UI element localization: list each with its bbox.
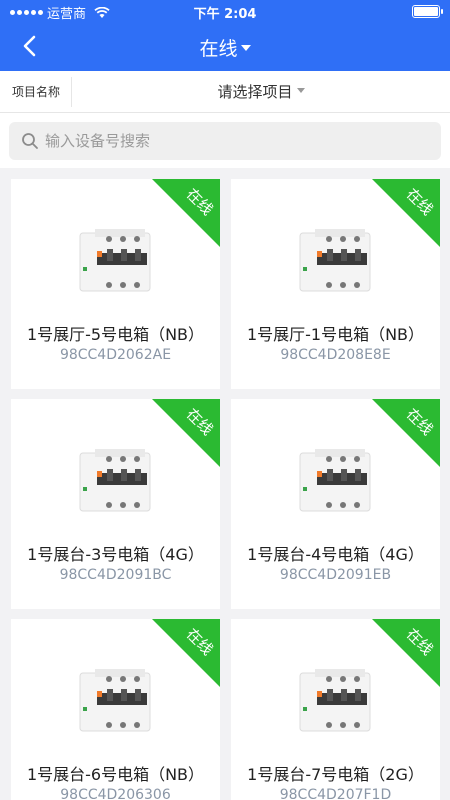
online-ribbon xyxy=(372,399,440,467)
circuit-breaker-image xyxy=(79,229,151,292)
online-ribbon xyxy=(152,619,220,687)
online-ribbon xyxy=(152,179,220,247)
device-id: 98CC4D2091EB xyxy=(279,567,392,583)
online-ribbon xyxy=(152,399,220,467)
device-id: 98CC4D2091BC xyxy=(59,567,172,583)
circuit-breaker-image xyxy=(79,669,151,732)
device-card[interactable]: 在线 1号展台-3号电箱（4G） 98CC4D2091BC xyxy=(11,399,220,609)
device-id: 98CC4D206306 xyxy=(60,787,171,800)
device-id: 98CC4D2062AE xyxy=(59,347,172,363)
status-time: 下午 2:04 xyxy=(193,7,257,22)
online-ribbon xyxy=(372,619,440,687)
project-select-value: 请选择项目 xyxy=(217,83,293,101)
header: 运营商 下午 2:04 在线 xyxy=(0,0,450,71)
status-filter-dropdown[interactable]: 在线 xyxy=(0,34,450,61)
device-grid: 在线 1号展厅-5号电箱（NB） 98CC4D2062AE 在线 1号展厅-1号 xyxy=(0,168,450,800)
device-card[interactable]: 在线 1号展台-6号电箱（NB） 98CC4D206306 xyxy=(11,619,220,800)
status-bar: 运营商 下午 2:04 xyxy=(0,0,450,22)
nav-bar: 在线 xyxy=(0,22,450,71)
battery-icon xyxy=(412,5,443,18)
search-input[interactable] xyxy=(45,122,435,160)
circuit-breaker-image xyxy=(299,669,371,732)
search-icon xyxy=(22,133,38,149)
device-card[interactable]: 在线 1号展台-7号电箱（2G） 98CC4D207F1D xyxy=(231,619,440,800)
circuit-breaker-image xyxy=(299,229,371,292)
page-title: 在线 xyxy=(199,38,238,60)
online-ribbon xyxy=(372,179,440,247)
device-title: 1号展台-7号电箱（2G） xyxy=(247,765,424,784)
device-card[interactable]: 在线 1号展厅-1号电箱（NB） 98CC4D208E8E xyxy=(231,179,440,389)
project-select[interactable]: 请选择项目 xyxy=(72,81,450,102)
search-box[interactable] xyxy=(9,122,441,160)
caret-down-icon xyxy=(240,44,251,51)
device-title: 1号展台-4号电箱（4G） xyxy=(247,545,424,564)
circuit-breaker-image xyxy=(299,449,371,512)
device-id: 98CC4D208E8E xyxy=(280,347,391,363)
search-section xyxy=(0,113,450,168)
circuit-breaker-image xyxy=(79,449,151,512)
caret-down-icon xyxy=(296,88,305,93)
project-label: 项目名称 xyxy=(12,85,61,99)
device-id: 98CC4D207F1D xyxy=(279,787,392,800)
device-title: 1号展台-6号电箱（NB） xyxy=(26,765,205,784)
device-title: 1号展台-3号电箱（4G） xyxy=(27,545,204,564)
device-card[interactable]: 在线 1号展厅-5号电箱（NB） 98CC4D2062AE xyxy=(11,179,220,389)
device-title: 1号展厅-1号电箱（NB） xyxy=(246,325,425,344)
project-selector-bar: 项目名称 请选择项目 xyxy=(0,71,450,113)
device-card[interactable]: 在线 1号展台-4号电箱（4G） 98CC4D2091EB xyxy=(231,399,440,609)
device-title: 1号展厅-5号电箱（NB） xyxy=(26,325,205,344)
